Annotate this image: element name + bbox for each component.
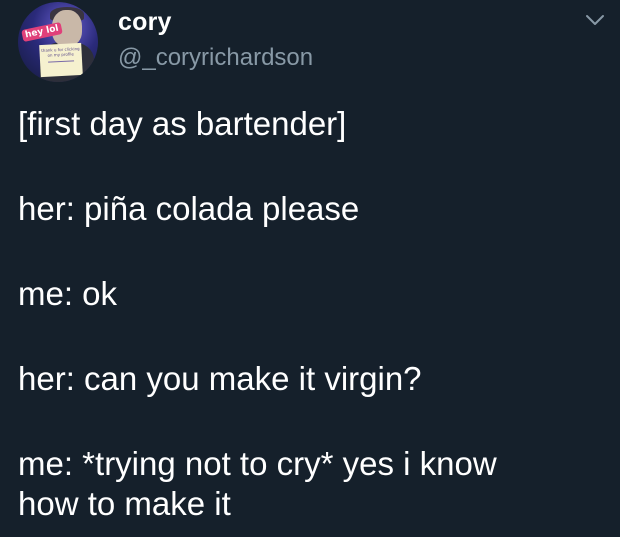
avatar[interactable]: thank u for clicking on my profile hey l…	[18, 2, 98, 82]
tweet-line-1: [first day as bartender]	[18, 105, 347, 142]
tweet: thank u for clicking on my profile hey l…	[0, 0, 620, 537]
tweet-line-4: her: can you make it virgin?	[18, 360, 422, 397]
tweet-line-3: me: ok	[18, 275, 118, 312]
tweet-line-2: her: piña colada please	[18, 190, 360, 227]
user-handle[interactable]: @_coryrichardson	[118, 44, 313, 72]
display-name[interactable]: cory	[118, 8, 172, 37]
tweet-line-6: how to make it	[18, 485, 231, 522]
avatar-note-text: thank u for clicking on my profile	[41, 46, 80, 58]
tweet-line-5: me: *trying not to cry* yes i know	[18, 445, 497, 482]
avatar-note: thank u for clicking on my profile	[39, 42, 83, 78]
chevron-down-icon[interactable]	[584, 12, 606, 28]
avatar-note-signature	[48, 60, 75, 63]
